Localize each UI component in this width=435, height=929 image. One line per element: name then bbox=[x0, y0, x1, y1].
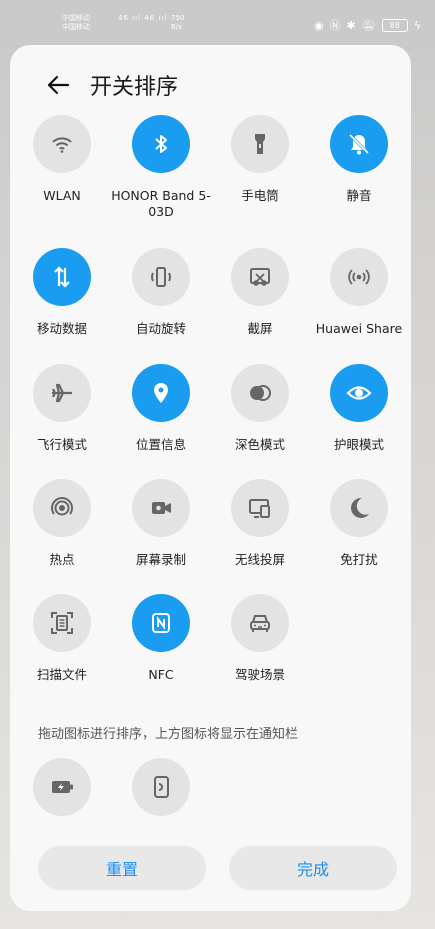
battery-saver-icon bbox=[33, 758, 91, 816]
tile-label: 截屏 bbox=[247, 321, 273, 336]
car-icon bbox=[231, 594, 289, 652]
scan-document-icon bbox=[33, 594, 91, 652]
sort-hint: 拖动图标进行排序，上方图标将显示在通知栏 bbox=[38, 727, 299, 742]
tile-label: 无线投屏 bbox=[234, 552, 285, 567]
tile-label: 移动数据 bbox=[36, 321, 87, 336]
tile-label: 位置信息 bbox=[135, 437, 186, 452]
tile-label: 驾驶场景 bbox=[234, 667, 285, 682]
action-buttons: 重置 完成 bbox=[38, 846, 397, 890]
tile-wifi[interactable]: WLAN bbox=[12, 115, 112, 204]
carrier-2: 中国移动 bbox=[62, 23, 90, 31]
done-button[interactable]: 完成 bbox=[229, 846, 397, 890]
tile-auto-rotate[interactable]: 自动旋转 bbox=[111, 248, 211, 337]
tile-label: 免打扰 bbox=[340, 552, 378, 567]
tile-label: HONOR Band 5-03D bbox=[111, 188, 211, 219]
tile-car[interactable]: 驾驶场景 bbox=[210, 594, 310, 683]
speed-unit: B/s bbox=[171, 23, 182, 31]
status-icons: ◉ Ⓝ ✱ 🔕︎ 88 ϟ bbox=[314, 17, 421, 33]
tile-location[interactable]: 位置信息 bbox=[111, 364, 211, 453]
tile-huawei-share[interactable]: Huawei Share bbox=[309, 248, 409, 337]
tile-airplane[interactable]: 飞行模式 bbox=[12, 364, 112, 453]
mobile-data-icon bbox=[33, 248, 91, 306]
header: 开关排序 bbox=[44, 69, 178, 101]
tile-dark-mode[interactable]: 深色模式 bbox=[210, 364, 310, 453]
screen-record-icon bbox=[132, 479, 190, 537]
tile-scan-document[interactable]: 扫描文件 bbox=[12, 594, 112, 683]
nfc-icon bbox=[132, 594, 190, 652]
page-title: 开关排序 bbox=[90, 75, 179, 100]
tile-label: 深色模式 bbox=[234, 437, 285, 452]
carrier-1: 中国移动 bbox=[62, 14, 90, 22]
tile-mobile-data[interactable]: 移动数据 bbox=[12, 248, 112, 337]
tile-label: Huawei Share bbox=[315, 321, 403, 336]
tile-label: 热点 bbox=[49, 552, 75, 567]
eye-status-icon: ◉ bbox=[313, 18, 324, 32]
phone-clone-icon bbox=[132, 758, 190, 816]
mute-status-icon: 🔕︎ bbox=[361, 18, 376, 32]
flashlight-icon bbox=[231, 115, 289, 173]
tile-wireless-projection[interactable]: 无线投屏 bbox=[210, 479, 310, 568]
location-icon bbox=[132, 364, 190, 422]
switch-sort-panel: 开关排序 WLAN HONOR Band 5-03D 手电筒 静音移动数据 自动旋转 截屏… bbox=[10, 45, 411, 911]
tile-label: 静音 bbox=[346, 188, 372, 203]
moon-icon bbox=[330, 479, 388, 537]
speed-value: 750 bbox=[171, 14, 185, 22]
bluetooth-status-icon: ✱ bbox=[346, 18, 356, 32]
tile-label: 手电筒 bbox=[241, 188, 279, 203]
status-bar: 中国移动 中国移动 46.ııl 46.ııl 750 B/s ◉ Ⓝ ✱ 🔕︎… bbox=[0, 0, 435, 44]
bluetooth-icon bbox=[132, 115, 190, 173]
tile-label: 自动旋转 bbox=[135, 321, 186, 336]
reset-button[interactable]: 重置 bbox=[38, 846, 206, 890]
network-speed: 750 B/s bbox=[171, 14, 184, 32]
signal-strength: 46.ııl 46.ııl bbox=[118, 14, 168, 22]
tile-bell-off[interactable]: 静音 bbox=[309, 115, 409, 204]
bell-off-icon bbox=[330, 115, 388, 173]
tile-hotspot[interactable]: 热点 bbox=[12, 479, 112, 568]
screenshot-icon bbox=[231, 248, 289, 306]
tile-label: 护眼模式 bbox=[333, 437, 384, 452]
wifi-icon bbox=[33, 115, 91, 173]
tile-screen-record[interactable]: 屏幕录制 bbox=[111, 479, 211, 568]
tile-flashlight[interactable]: 手电筒 bbox=[210, 115, 310, 204]
tile-battery-saver[interactable] bbox=[12, 758, 112, 816]
tile-label: NFC bbox=[148, 667, 174, 682]
hotspot-icon bbox=[33, 479, 91, 537]
dark-mode-icon bbox=[231, 364, 289, 422]
tile-label: 飞行模式 bbox=[36, 437, 87, 452]
arrow-left-icon bbox=[47, 75, 70, 95]
nfc-status-icon: Ⓝ bbox=[329, 19, 341, 32]
back-button[interactable] bbox=[44, 71, 72, 99]
tile-bluetooth[interactable]: HONOR Band 5-03D bbox=[111, 115, 211, 220]
tile-label: WLAN bbox=[43, 188, 81, 203]
tile-moon[interactable]: 免打扰 bbox=[309, 479, 409, 568]
tile-nfc[interactable]: NFC bbox=[111, 594, 211, 683]
wireless-projection-icon bbox=[231, 479, 289, 537]
tile-phone-clone[interactable] bbox=[111, 758, 211, 816]
charging-icon: ϟ bbox=[413, 18, 421, 32]
auto-rotate-icon bbox=[132, 248, 190, 306]
huawei-share-icon bbox=[330, 248, 388, 306]
tile-eye-comfort[interactable]: 护眼模式 bbox=[309, 364, 409, 453]
tile-label: 屏幕录制 bbox=[135, 552, 186, 567]
battery-indicator: 88 bbox=[381, 18, 408, 32]
eye-comfort-icon bbox=[330, 364, 388, 422]
tile-label: 扫描文件 bbox=[36, 667, 87, 682]
tile-screenshot[interactable]: 截屏 bbox=[210, 248, 310, 337]
airplane-icon bbox=[33, 364, 91, 422]
carrier-info: 中国移动 中国移动 bbox=[62, 14, 90, 32]
